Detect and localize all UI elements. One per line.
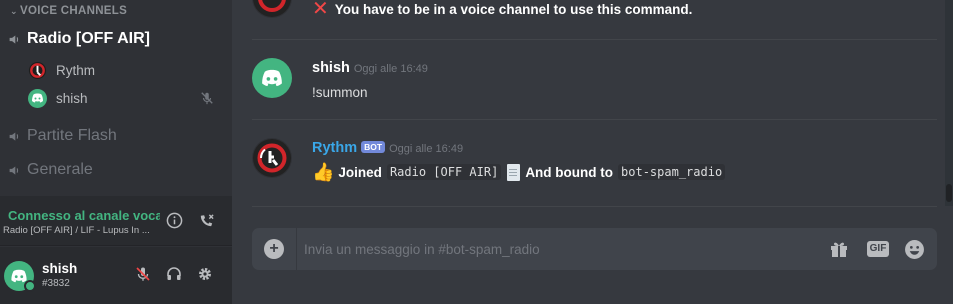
thumbs-up-icon: 👍 — [312, 161, 335, 182]
error-message: ✕ You have to be in a voice channel to u… — [312, 0, 693, 20]
user-name: shish — [42, 261, 78, 276]
message-content: 👍 Joined Radio [OFF AIR] And bound to bo… — [312, 161, 726, 183]
deafen-button[interactable] — [163, 263, 185, 285]
message-author[interactable]: Rythm BOT Oggi alle 16:49 — [312, 140, 463, 156]
user-panel: shish #3832 — [0, 247, 232, 304]
rythm-avatar-icon[interactable] — [252, 138, 292, 178]
channel-code: Radio [OFF AIR] — [386, 164, 502, 180]
message-timestamp: Oggi alle 16:49 — [389, 143, 464, 155]
mic-muted-icon — [201, 92, 213, 105]
voice-channels-header-label: VOICE CHANNELS — [20, 5, 128, 17]
chat-scrollbar-track[interactable] — [945, 0, 953, 206]
voice-user-label: shish — [56, 90, 88, 106]
upload-button[interactable]: + — [264, 239, 284, 259]
user-avatar[interactable] — [252, 58, 292, 98]
discord-avatar-icon — [28, 88, 47, 108]
message-divider — [252, 39, 937, 40]
voice-user-label: Rythm — [56, 62, 96, 78]
composer-divider — [296, 228, 297, 270]
gear-icon — [199, 268, 211, 280]
user-discriminator: #3832 — [42, 278, 70, 289]
disconnect-phone-icon — [200, 213, 214, 226]
voice-user-shish[interactable]: shish — [28, 87, 88, 109]
message-composer: + GIF — [252, 228, 937, 270]
discord-avatar-icon — [262, 69, 282, 87]
mute-button[interactable] — [132, 263, 154, 285]
chat-area: ✕ You have to be in a voice channel to u… — [232, 0, 953, 304]
author-name: shish — [312, 60, 350, 76]
page-facing-up-icon — [507, 163, 521, 181]
gif-button[interactable]: GIF — [865, 238, 891, 260]
connection-info-button[interactable] — [163, 209, 185, 231]
error-text: You have to be in a voice channel to use… — [334, 1, 693, 17]
voice-user-rythm[interactable]: Rythm — [28, 59, 95, 81]
mic-muted-icon — [136, 267, 150, 281]
voice-channels-header[interactable]: ⌄ VOICE CHANNELS — [10, 5, 127, 17]
speaker-icon — [9, 131, 19, 141]
joined-text: Joined — [338, 164, 382, 180]
speaker-icon — [9, 34, 19, 44]
channel-sidebar: ⌄ VOICE CHANNELS Radio [OFF AIR] Rythm sh… — [0, 0, 232, 304]
voice-connection-panel: Connesso al canale vocale Radio [OFF AIR… — [0, 196, 232, 246]
rythm-avatar-icon[interactable] — [252, 0, 292, 18]
gift-button[interactable] — [828, 238, 850, 260]
author-name: Rythm — [312, 140, 358, 156]
bound-channel-code: bot-spam_radio — [618, 164, 726, 180]
cross-mark-icon: ✕ — [312, 0, 329, 20]
message-input[interactable] — [304, 228, 804, 270]
message-divider — [252, 119, 937, 120]
plus-icon: + — [269, 240, 279, 257]
speaker-icon — [9, 165, 19, 175]
voice-channel-label: Generale — [27, 161, 93, 178]
chat-scrollbar-thumb[interactable] — [946, 184, 952, 202]
voice-channel-label: Radio [OFF AIR] — [27, 30, 150, 47]
voice-channel-radio[interactable]: Radio [OFF AIR] — [8, 28, 150, 50]
online-status-dot — [24, 280, 36, 292]
disconnect-button[interactable] — [195, 209, 217, 231]
emoji-button[interactable] — [903, 238, 925, 260]
gif-icon: GIF — [866, 241, 890, 257]
smiley-icon — [904, 239, 924, 259]
gift-icon — [831, 242, 847, 257]
chevron-down-icon: ⌄ — [10, 6, 18, 16]
headphones-icon — [167, 267, 181, 280]
rythm-avatar-icon — [28, 60, 47, 80]
message-author[interactable]: shish Oggi alle 16:49 — [312, 60, 428, 76]
bot-badge: BOT — [361, 141, 386, 153]
message-content: !summon — [312, 84, 368, 100]
voice-channel-generale[interactable]: Generale — [8, 159, 93, 181]
message-timestamp: Oggi alle 16:49 — [353, 63, 428, 75]
voice-status-text[interactable]: Connesso al canale vocale — [8, 208, 160, 223]
voice-channel-partite-flash[interactable]: Partite Flash — [8, 125, 117, 147]
info-icon — [166, 212, 182, 228]
user-settings-button[interactable] — [194, 263, 216, 285]
voice-channel-info[interactable]: Radio [OFF AIR] / LIF - Lupus In ... — [3, 225, 150, 236]
voice-channel-label: Partite Flash — [27, 127, 117, 144]
bound-text: And bound to — [525, 164, 614, 180]
message-divider — [252, 206, 937, 207]
